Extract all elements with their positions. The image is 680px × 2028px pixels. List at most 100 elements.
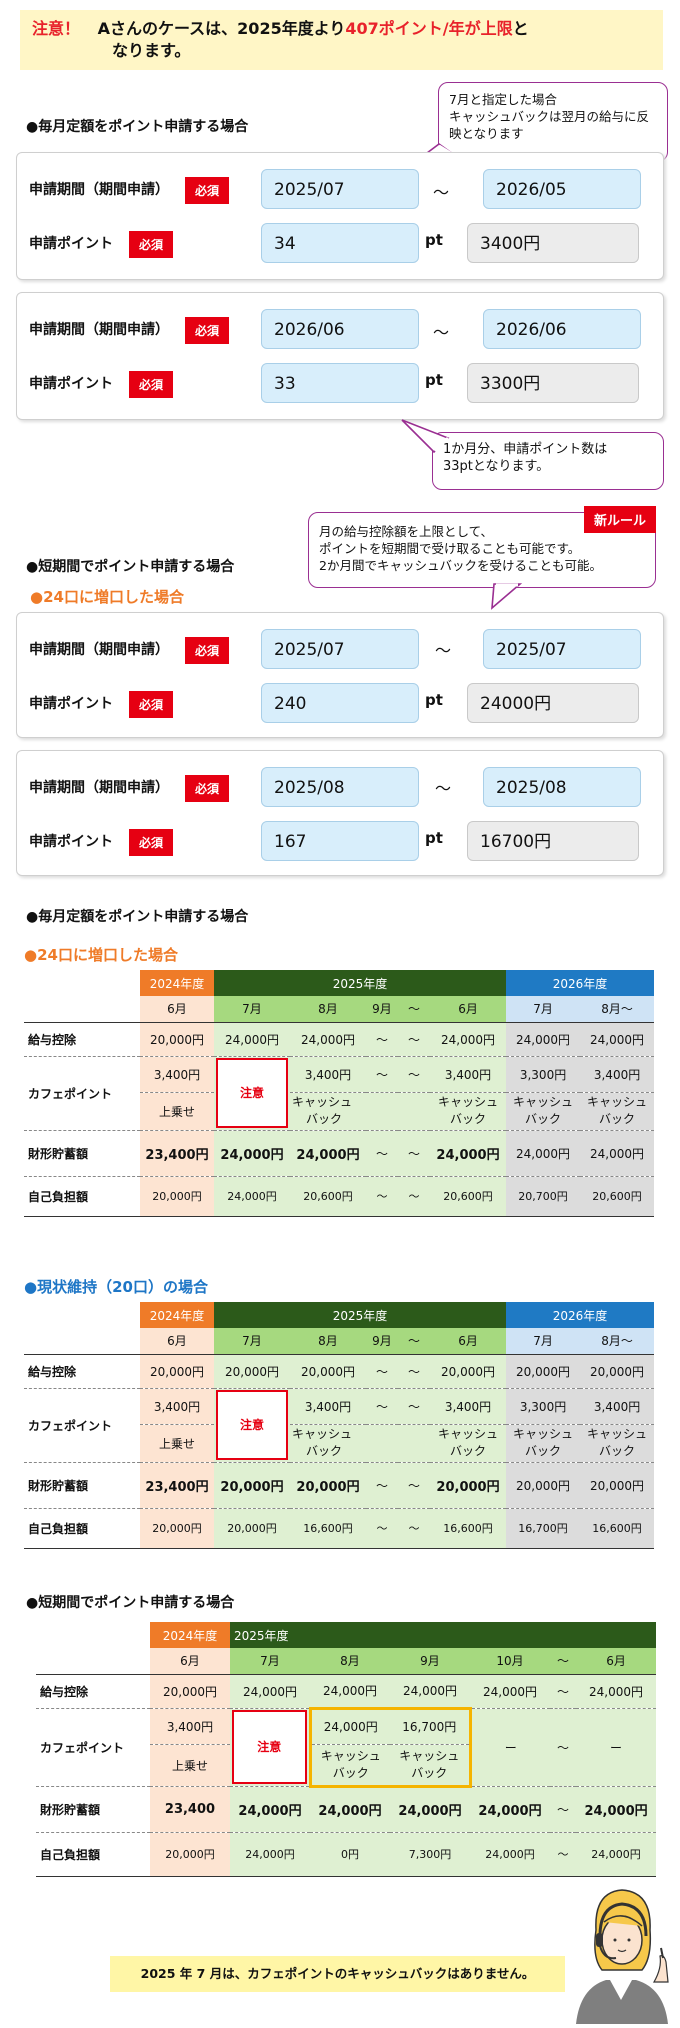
cell: 20,000円 [140,1508,214,1549]
cell: 3,400円 [580,1056,655,1093]
new-rule-badge: 新ルール [584,506,657,533]
cell: 3,400円 [140,1388,214,1425]
cell: 〜 [366,1176,398,1217]
fy2026-header: 2026年度 [506,1302,655,1328]
cell: 24,000円 [308,1706,390,1745]
row-label-cafe: カフェポイント [24,1388,140,1463]
month-header: 6月 [576,1648,657,1675]
points-label: 申請ポイント [29,376,113,392]
period-from-input[interactable]: 2025/07 [261,629,419,669]
period-tilde: 〜 [435,641,452,660]
cell: 24,000円 [576,1786,657,1833]
yen-display: 16700円 [467,821,639,861]
cell: 20,000円 [140,1176,214,1217]
points-input[interactable]: 33 [261,363,419,403]
section-monthly2-title: ●毎月定額をポイント申請する場合 [26,909,249,925]
cell: 〜 [550,1708,576,1787]
month-header: 7月 [214,1328,290,1355]
cell: 〜 [366,1508,398,1549]
cell: 〜 [398,1056,430,1093]
cell: 〜 [366,1056,398,1093]
points-input[interactable]: 167 [261,821,419,861]
callout-one-month-pointer [401,419,450,454]
cell: ー [576,1708,657,1787]
fy2025-header: 2025年度 [214,970,507,996]
cell: 0円 [310,1832,390,1877]
monthly-form-a: 申請期間（期間申請） 必須 2025/07 〜 2026/05 申請ポイント 必… [16,152,664,280]
fy2024-header: 2024年度 [150,1622,230,1648]
required-badge: 必須 [129,829,174,856]
fy2026-header: 2026年度 [506,970,655,996]
cell: 〜 [366,1354,398,1389]
uwanose-label: 上乗せ [140,1424,214,1463]
period-from-input[interactable]: 2025/07 [261,169,419,209]
points-input[interactable]: 240 [261,683,419,723]
pt-unit: pt [425,231,443,249]
month-header: 9月 [390,1648,470,1675]
cell: 20,000円 [290,1354,366,1389]
month-header: 7月 [214,996,290,1023]
cell: 20,000円 [290,1462,366,1509]
row-label-savings: 財形貯蓄額 [24,1130,140,1177]
cell: 16,600円 [430,1508,507,1549]
notice-text: Aさんのケースは、2025年度より [97,19,346,38]
cell: 〜 [550,1674,576,1709]
period-from-input[interactable]: 2025/08 [261,767,419,807]
period-to-input[interactable]: 2026/06 [483,309,641,349]
cell: 24,000円 [230,1674,310,1709]
cell: 24,000円 [470,1786,550,1833]
cell: 〜 [550,1786,576,1833]
month-header: 8月 [310,1648,390,1675]
cashback-label: キャッシュ [292,1095,353,1109]
yen-display: 3400円 [467,223,639,263]
cell: 3,400円 [580,1388,655,1425]
month-header: 8月〜 [580,996,655,1023]
period-to-input[interactable]: 2025/07 [483,629,641,669]
cell: 24,000円 [214,1022,290,1057]
month-header: 6月 [140,996,214,1023]
section-monthly-title: ●毎月定額をポイント申請する場合 [26,119,249,135]
cell: 20,000円 [140,1022,214,1057]
pt-unit: pt [425,371,443,389]
cell: ー [470,1708,550,1787]
notice-highlight: 407ポイント/年が上限 [345,19,513,38]
month-header: 6月 [150,1648,230,1675]
cell: 〜 [398,1176,430,1217]
fy2025-header: 2025年度 [230,1622,657,1648]
sub-title-20: ●現状維持（20口）の場合 [24,1278,208,1296]
period-from-input[interactable]: 2026/06 [261,309,419,349]
month-header: 9月 [366,996,398,1023]
cashback-label: キャッシュ [438,1095,499,1109]
cell: 20,000円 [580,1462,655,1509]
cell: 24,000円 [290,1022,366,1057]
month-header: 7月 [506,1328,581,1355]
month-header: 7月 [230,1648,310,1675]
cell: 20,000円 [430,1354,507,1389]
footer-note: 2025 年 7 月は、カフェポイントのキャッシュバックはありません。 [110,1956,565,1992]
uwanose-label: 上乗せ [140,1092,214,1131]
cell: 7,300円 [390,1832,470,1877]
cashback-label: キャッシュ [320,1748,381,1763]
period-to-input[interactable]: 2026/05 [483,169,641,209]
fy2024-header: 2024年度 [140,970,214,996]
cell: 24,000円 [506,1022,581,1057]
cell: 20,000円 [214,1508,290,1549]
notice-prefix: 注意！ [32,19,81,38]
points-input[interactable]: 34 [261,223,419,263]
notice-banner: 注意！ Aさんのケースは、2025年度より407ポイント/年が上限と なります。 [20,10,663,70]
row-label-cafe: カフェポイント [36,1708,150,1787]
cell: 20,700円 [506,1176,581,1217]
period-to-input[interactable]: 2025/08 [483,767,641,807]
cell: 〜 [398,1388,430,1425]
cashback-label: キャッシュ [292,1427,353,1441]
cell: 24,000円 [214,1130,290,1177]
yen-display: 3300円 [467,363,639,403]
cell: 3,400円 [290,1388,366,1425]
cell: 〜 [366,1022,398,1057]
cell: 24,000円 [390,1786,470,1833]
cell: 20,600円 [430,1176,507,1217]
cell: 24,000円 [430,1022,507,1057]
cell: 3,400円 [430,1056,507,1093]
points-label: 申請ポイント [29,696,113,712]
cashback-label: キャッシュ [438,1427,499,1441]
